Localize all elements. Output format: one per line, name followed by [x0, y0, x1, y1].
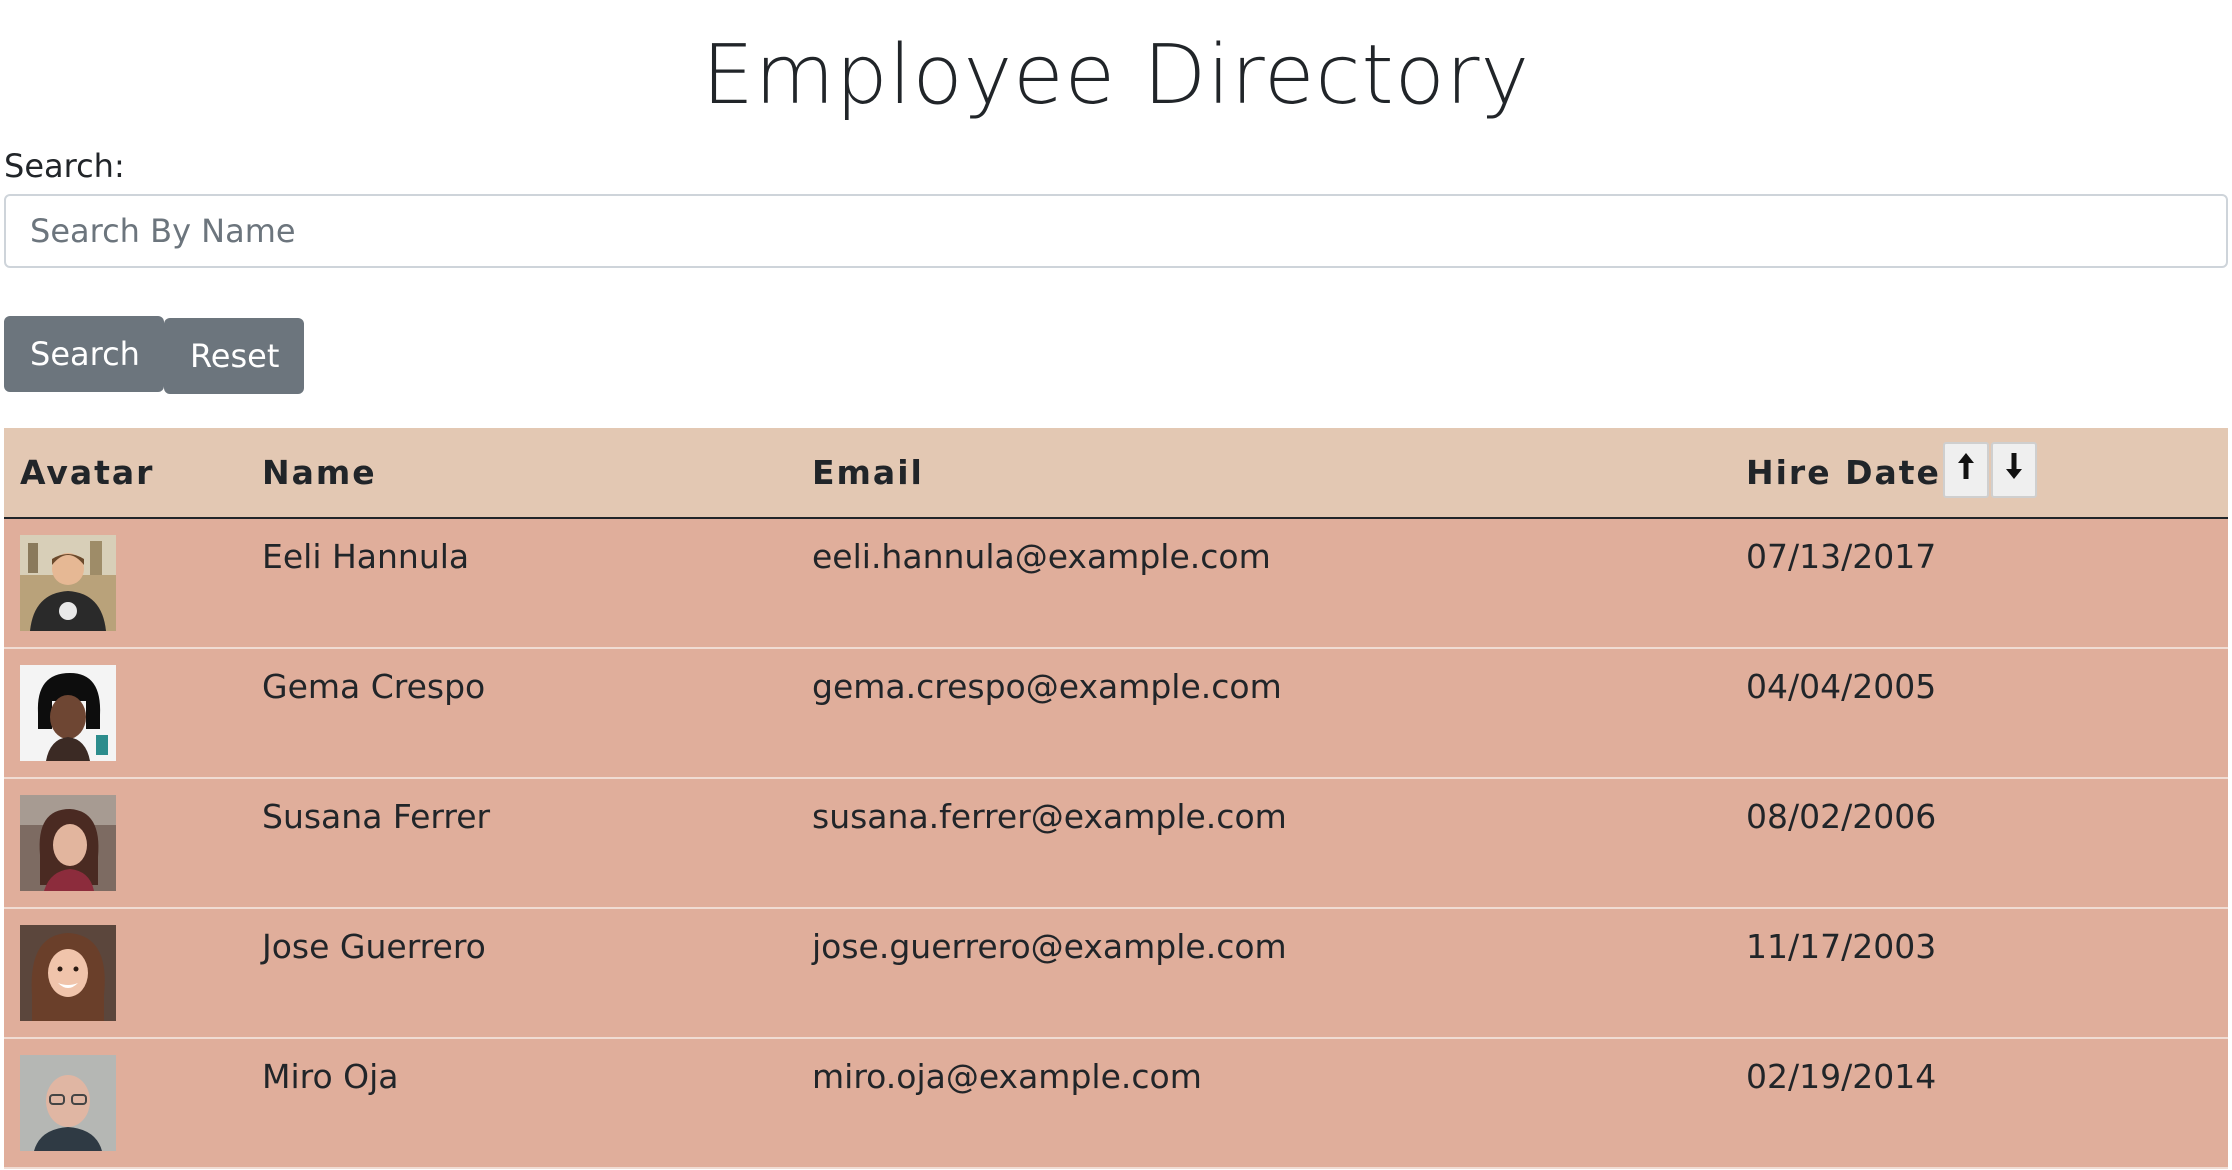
avatar-cell	[4, 907, 246, 1038]
table-row: Miro Oja miro.oja@example.com 02/19/2014	[4, 1037, 2228, 1169]
table-row: Jose Guerrero jose.guerrero@example.com 11…	[4, 907, 2228, 1038]
employee-email: gema.crespo@example.com	[796, 647, 1730, 778]
avatar	[20, 1055, 116, 1151]
employee-name: Eeli Hannula	[262, 537, 470, 576]
column-header-hire-date: Hire Date	[1730, 428, 2228, 519]
avatar-cell	[4, 777, 246, 908]
column-header-email: Email	[796, 428, 1730, 519]
sort-descending-icon[interactable]	[1990, 441, 2037, 498]
employee-email: miro.oja@example.com	[796, 1037, 1730, 1169]
avatar-cell	[4, 518, 246, 648]
search-label: Search:	[4, 147, 125, 185]
table-row: Gema Crespo gema.crespo@example.com 04/04/…	[4, 647, 2228, 778]
column-header-avatar: Avatar	[4, 428, 246, 519]
employee-hire-date: 02/19/2014	[1730, 1037, 2228, 1169]
avatar-cell	[4, 1037, 246, 1169]
arrow-down-icon	[2005, 452, 2022, 479]
employee-name: Jose Guerrero	[246, 907, 796, 1038]
search-button[interactable]: Search	[4, 316, 164, 392]
page-title: Employee Directory	[701, 28, 1531, 123]
avatar	[20, 535, 116, 631]
employee-hire-date: 08/02/2006	[1730, 777, 2228, 908]
arrow-up-icon	[1957, 452, 1974, 479]
employee-email: jose.guerrero@example.com	[796, 907, 1730, 1038]
column-header-name: Name	[246, 428, 796, 519]
avatar-cell	[4, 647, 246, 778]
employee-name: Susana Ferrer	[246, 777, 796, 908]
reset-button[interactable]: Reset	[164, 318, 304, 394]
hire-date-header-label: Hire Date	[1746, 453, 1941, 492]
button-row: Search Reset	[4, 316, 2228, 394]
sort-ascending-icon[interactable]	[1942, 441, 1989, 498]
employee-table-container: Avatar Name Email Hire Date Eeli Hannula…	[4, 428, 2228, 1169]
table-header: Avatar Name Email Hire Date	[4, 428, 2228, 519]
employee-hire-date: 04/04/2005	[1730, 647, 2228, 778]
employee-name: Gema Crespo	[246, 647, 796, 778]
table-body: Eeli Hannula eeli.hannula@example.com 07/1…	[4, 518, 2228, 1169]
page: Employee Directory Search: Search Reset …	[4, 0, 2228, 1169]
table-row: Susana Ferrer susana.ferrer@example.com 08…	[4, 777, 2228, 908]
employee-hire-date: 11/17/2003	[1730, 907, 2228, 1038]
employee-name: Miro Oja	[246, 1037, 796, 1169]
hire-date-header-group: Hire Date	[1746, 441, 2212, 498]
table-row: Eeli Hannula eeli.hannula@example.com 07/1…	[4, 518, 2228, 648]
search-input[interactable]	[4, 194, 2228, 268]
employee-email: eeli.hannula@example.com	[812, 537, 1271, 576]
avatar	[20, 665, 116, 761]
employee-hire-date: 07/13/2017	[1746, 537, 1937, 576]
avatar	[20, 795, 116, 891]
employee-email: susana.ferrer@example.com	[796, 777, 1730, 908]
table-header-row: Avatar Name Email Hire Date	[4, 428, 2228, 519]
avatar	[20, 925, 116, 1021]
employee-table: Avatar Name Email Hire Date Eeli Hannula…	[4, 428, 2228, 1169]
